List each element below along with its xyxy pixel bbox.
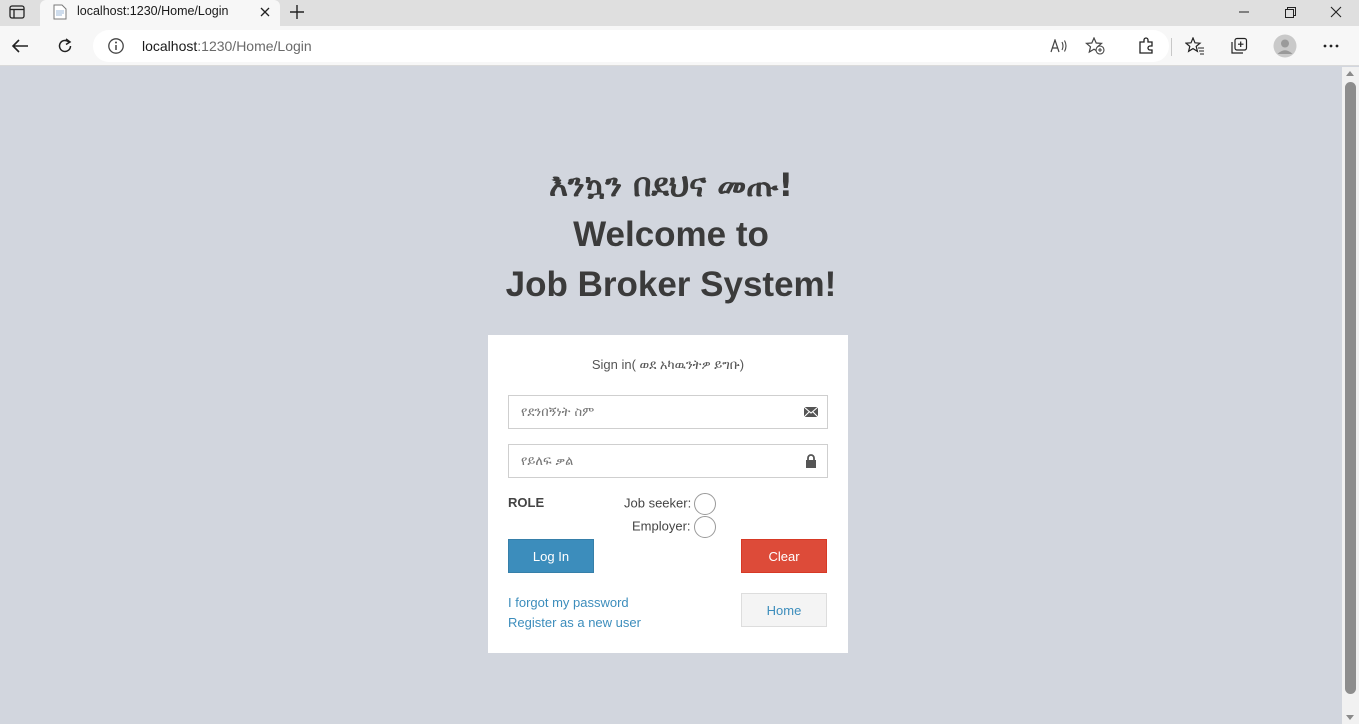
url-path: :1230/Home/Login <box>197 38 312 54</box>
page-favicon-icon <box>53 4 67 20</box>
job-seeker-label: Job seeker: <box>624 495 692 511</box>
browser-tab[interactable]: localhost:1230/Home/Login <box>40 0 280 27</box>
restore-icon[interactable] <box>1267 0 1313 24</box>
minimize-icon[interactable] <box>1221 0 1267 24</box>
register-link[interactable]: Register as a new user <box>508 615 641 630</box>
role-label: ROLE <box>508 495 545 510</box>
login-button[interactable]: Log In <box>508 539 594 573</box>
welcome-heading-amharic: እንኳን በደህና መጡ! <box>548 166 794 204</box>
scroll-down-arrow-icon[interactable] <box>1346 715 1354 720</box>
collections-icon[interactable] <box>1224 32 1254 60</box>
envelope-icon <box>803 404 819 420</box>
password-input[interactable] <box>509 445 827 477</box>
forgot-password-link[interactable]: I forgot my password <box>508 595 629 610</box>
browser-tabstrip: localhost:1230/Home/Login <box>0 0 1359 27</box>
system-name-heading: Job Broker System! <box>505 265 837 304</box>
address-bar[interactable]: localhost:1230/Home/Login <box>93 30 1169 62</box>
lock-icon <box>803 453 819 469</box>
username-input[interactable] <box>509 396 827 428</box>
toolbar-separator <box>1171 38 1172 56</box>
tab-actions-icon[interactable] <box>4 1 30 23</box>
welcome-heading: Welcome to <box>573 215 769 254</box>
url-host: localhost <box>142 38 198 54</box>
site-info-icon[interactable] <box>107 37 125 55</box>
scroll-thumb[interactable] <box>1345 82 1356 694</box>
tab-title: localhost:1230/Home/Login <box>77 4 229 18</box>
employer-label: Employer: <box>632 518 691 534</box>
role-option-job-seeker[interactable]: Job seeker: <box>624 493 717 515</box>
refresh-icon[interactable] <box>50 32 80 60</box>
employer-radio[interactable] <box>693 516 716 538</box>
role-option-employer[interactable]: Employer: <box>632 516 716 538</box>
back-icon[interactable] <box>5 32 35 60</box>
signin-message: Sign in( ወደ አካዉንትዎ ይግቡ) <box>591 357 745 372</box>
profile-avatar-icon[interactable] <box>1270 32 1300 60</box>
password-field[interactable] <box>508 444 828 478</box>
job-seeker-radio[interactable] <box>694 493 717 515</box>
favorites-icon[interactable] <box>1180 32 1210 60</box>
clear-button[interactable]: Clear <box>741 539 827 573</box>
more-menu-icon[interactable] <box>1316 32 1346 60</box>
read-aloud-icon[interactable] <box>1047 35 1071 57</box>
new-tab-icon[interactable] <box>286 1 308 23</box>
browser-toolbar: localhost:1230/Home/Login <box>0 26 1359 66</box>
extensions-icon[interactable] <box>1131 32 1161 60</box>
scroll-up-arrow-icon[interactable] <box>1346 71 1354 76</box>
add-favorite-icon[interactable] <box>1083 35 1107 57</box>
login-box: Sign in( ወደ አካዉንትዎ ይግቡ) ROLE Job seeker:… <box>488 335 848 653</box>
tab-close-icon[interactable] <box>256 3 274 21</box>
home-button[interactable]: Home <box>741 593 827 627</box>
username-field[interactable] <box>508 395 828 429</box>
close-window-icon[interactable] <box>1313 0 1359 24</box>
address-url[interactable]: localhost:1230/Home/Login <box>142 38 312 54</box>
page-scrollbar[interactable] <box>1342 67 1359 724</box>
